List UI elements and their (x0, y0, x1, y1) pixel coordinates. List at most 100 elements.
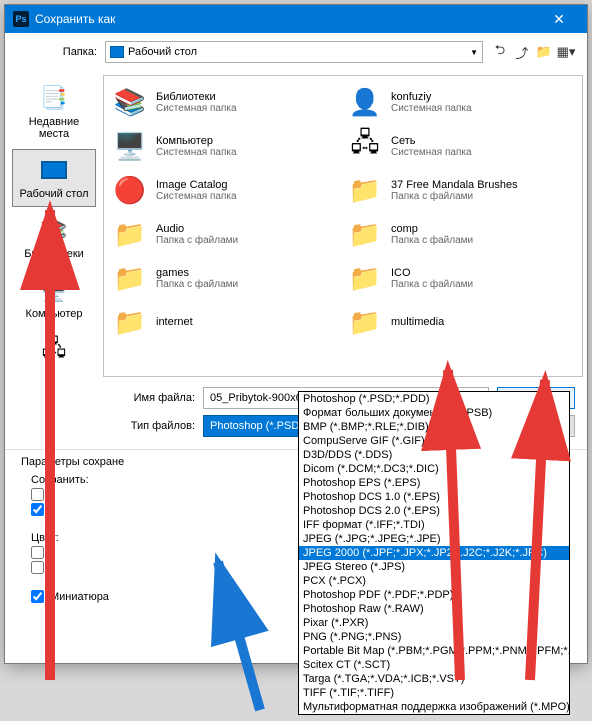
thumbnail-label: Миниатюра (50, 591, 109, 603)
file-item[interactable]: 👤 konfuziy Системная папка (343, 80, 578, 124)
filetype-dropdown[interactable]: Photoshop (*.PSD;*.PDD)Формат больших до… (298, 391, 570, 715)
filetype-option[interactable]: PCX (*.PCX) (299, 574, 569, 588)
recent-icon: 📑 (38, 84, 70, 112)
new-folder-icon[interactable]: 📁 (535, 43, 553, 61)
filetype-option[interactable]: Photoshop DCS 2.0 (*.EPS) (299, 504, 569, 518)
file-name: comp (391, 223, 473, 235)
checkbox-2[interactable] (31, 503, 44, 516)
file-item[interactable]: 📁 comp Папка с файлами (343, 212, 578, 256)
file-item[interactable]: 📁 Audio Папка с файлами (108, 212, 343, 256)
filetype-option[interactable]: Photoshop PDF (*.PDF;*.PDP) (299, 588, 569, 602)
color-option-label: Цвет: (31, 532, 59, 544)
desktop-icon (110, 46, 124, 58)
file-icon: 📁 (112, 304, 148, 340)
filetype-option[interactable]: JPEG Stereo (*.JPS) (299, 560, 569, 574)
filetype-option[interactable]: Dicom (*.DCM;*.DC3;*.DIC) (299, 462, 569, 476)
computer-icon: 🖥️ (38, 276, 70, 304)
folder-select[interactable]: Рабочий стол ▼ (105, 41, 483, 63)
file-item[interactable]: 📚 Библиотеки Системная папка (108, 80, 343, 124)
sidebar-item-label: Компьютер (26, 308, 83, 320)
filetype-option[interactable]: Photoshop Raw (*.RAW) (299, 602, 569, 616)
filetype-option[interactable]: Targa (*.TGA;*.VDA;*.ICB;*.VST) (299, 672, 569, 686)
back-icon[interactable]: ⮌ (491, 43, 509, 61)
desktop-icon (38, 156, 70, 184)
file-icon: 📁 (347, 216, 383, 252)
filetype-option[interactable]: Мультиформатная поддержка изображений (*… (299, 700, 569, 714)
dialog-title: Сохранить как (35, 12, 539, 26)
file-icon: 👤 (347, 84, 383, 120)
up-icon[interactable]: ⤴ (513, 43, 531, 61)
checkbox-3[interactable] (31, 546, 44, 559)
file-item[interactable]: 📁 ICO Папка с файлами (343, 256, 578, 300)
file-item[interactable]: 📁 37 Free Mandala Brushes Папка с файлам… (343, 168, 578, 212)
chevron-down-icon: ▼ (470, 48, 478, 57)
file-icon: 🖥️ (112, 128, 148, 164)
file-name: ICO (391, 267, 473, 279)
filetype-option[interactable]: PNG (*.PNG;*.PNS) (299, 630, 569, 644)
file-item[interactable]: 🖥️ Компьютер Системная папка (108, 124, 343, 168)
sidebar-item-label: Библиотеки (24, 248, 84, 260)
filetype-option[interactable]: BMP (*.BMP;*.RLE;*.DIB) (299, 420, 569, 434)
checkbox-4[interactable] (31, 561, 44, 574)
titlebar: Ps Сохранить как ✕ (5, 5, 587, 33)
file-icon: 📚 (112, 84, 148, 120)
libraries-icon: 📚 (38, 216, 70, 244)
file-name: multimedia (391, 316, 444, 328)
filetype-option[interactable]: D3D/DDS (*.DDS) (299, 448, 569, 462)
filetype-label: Тип файлов: (105, 420, 195, 432)
file-item[interactable]: 📁 internet (108, 300, 343, 344)
photoshop-icon: Ps (13, 11, 29, 27)
file-sub: Папка с файлами (391, 235, 473, 246)
sidebar-item-label: Недавние места (15, 116, 93, 140)
filetype-option[interactable]: JPEG (*.JPG;*.JPEG;*.JPE) (299, 532, 569, 546)
filetype-option[interactable]: Photoshop (*.PSD;*.PDD) (299, 392, 569, 406)
sidebar-item-computer[interactable]: 🖥️ Компьютер (12, 269, 96, 327)
file-sub: Папка с файлами (156, 279, 238, 290)
file-icon: 📁 (112, 216, 148, 252)
view-icon[interactable]: ▦▾ (557, 43, 575, 61)
thumbnail-checkbox[interactable] (31, 590, 44, 603)
file-list[interactable]: 📚 Библиотеки Системная папка👤 konfuziy С… (103, 75, 583, 377)
filetype-option[interactable]: JPEG 2000 (*.JPF;*.JPX;*.JP2;*.J2C;*.J2K… (299, 546, 569, 560)
file-sub: Системная папка (156, 147, 237, 158)
file-name: games (156, 267, 238, 279)
file-item[interactable]: 🖧 Сеть Системная папка (343, 124, 578, 168)
file-sub: Системная папка (156, 103, 237, 114)
filetype-option[interactable]: Pixar (*.PXR) (299, 616, 569, 630)
file-sub: Папка с файлами (156, 235, 238, 246)
file-name: internet (156, 316, 193, 328)
filetype-option[interactable]: TIFF (*.TIF;*.TIFF) (299, 686, 569, 700)
file-item[interactable]: 📁 multimedia (343, 300, 578, 344)
file-name: Audio (156, 223, 238, 235)
filetype-option[interactable]: IFF формат (*.IFF;*.TDI) (299, 518, 569, 532)
file-item[interactable]: 📁 games Папка с файлами (108, 256, 343, 300)
sidebar-item-desktop[interactable]: Рабочий стол (12, 149, 96, 207)
sidebar-item-libraries[interactable]: 📚 Библиотеки (12, 209, 96, 267)
folder-row: Папка: Рабочий стол ▼ ⮌ ⤴ 📁 ▦▾ (5, 33, 587, 71)
file-icon: 🔴 (112, 172, 148, 208)
filetype-option[interactable]: CompuServe GIF (*.GIF) (299, 434, 569, 448)
sidebar-item-recent[interactable]: 📑 Недавние места (12, 77, 96, 147)
filetype-option[interactable]: Photoshop EPS (*.EPS) (299, 476, 569, 490)
file-name: konfuziy (391, 91, 472, 103)
sidebar-item-label: Рабочий стол (19, 188, 88, 200)
close-button[interactable]: ✕ (539, 5, 579, 33)
folder-label: Папка: (17, 46, 97, 58)
file-item[interactable]: 🔴 Image Catalog Системная папка (108, 168, 343, 212)
filetype-option[interactable]: Photoshop DCS 1.0 (*.EPS) (299, 490, 569, 504)
filetype-option[interactable]: Формат больших документов (*.PSB) (299, 406, 569, 420)
save-option-label: Сохранить: (31, 474, 89, 486)
file-name: Компьютер (156, 135, 237, 147)
sidebar-item-network[interactable]: 🖧 (12, 329, 96, 375)
file-icon: 📁 (347, 260, 383, 296)
file-sub: Папка с файлами (391, 191, 518, 202)
file-icon: 📁 (347, 304, 383, 340)
file-icon: 📁 (112, 260, 148, 296)
checkbox-1[interactable] (31, 488, 44, 501)
filetype-option[interactable]: Scitex CT (*.SCT) (299, 658, 569, 672)
filetype-option[interactable]: Portable Bit Map (*.PBM;*.PGM;*.PPM;*.PN… (299, 644, 569, 658)
file-sub: Системная папка (156, 191, 237, 202)
file-sub: Системная папка (391, 147, 472, 158)
file-sub: Папка с файлами (391, 279, 473, 290)
file-icon: 🖧 (347, 128, 383, 164)
